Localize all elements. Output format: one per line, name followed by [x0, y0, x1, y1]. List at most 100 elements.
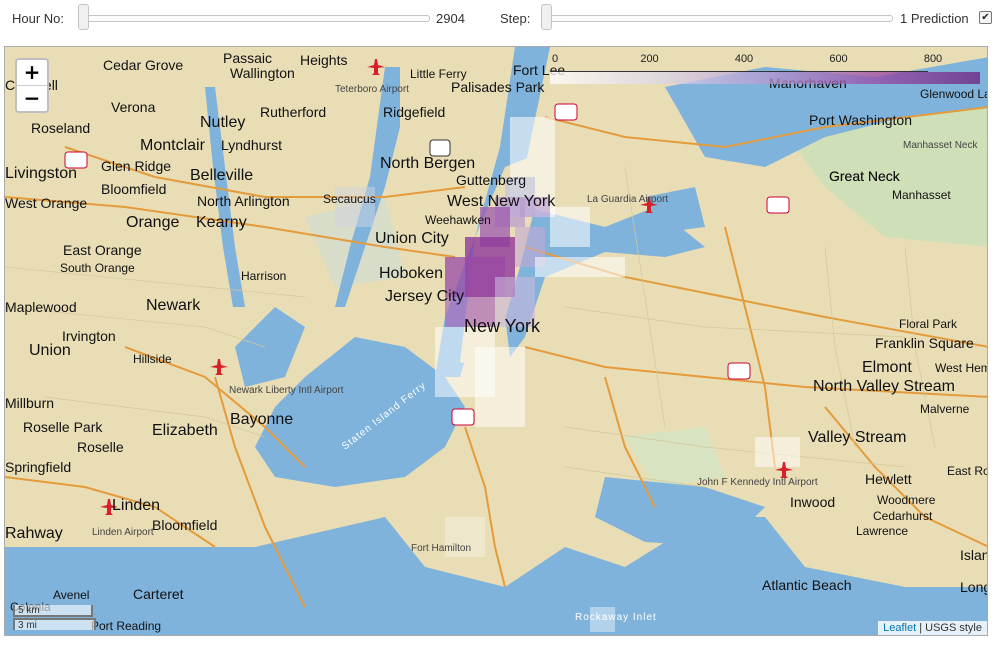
place-label: Livingston	[5, 165, 77, 182]
place-label: Port Reading	[91, 619, 161, 633]
attribution-text: | USGS style	[919, 622, 982, 634]
place-label: Valley Stream	[808, 429, 906, 446]
place-label: John F Kennedy Intl Airport	[697, 477, 818, 488]
place-label: Belleville	[190, 167, 253, 184]
place-label: Montclair	[140, 137, 206, 154]
place-label: Weehawken	[425, 213, 491, 227]
leaflet-link[interactable]: Leaflet	[883, 622, 916, 634]
place-label: Rockaway Inlet	[575, 612, 657, 623]
place-label: Carteret	[133, 586, 184, 602]
prediction-label: 1 Prediction	[900, 11, 969, 26]
legend-color-bar	[550, 72, 980, 84]
legend-tick: 200	[640, 53, 659, 65]
place-label: Verona	[111, 99, 156, 115]
place-label: Cedar Grove	[103, 57, 183, 73]
hour-slider[interactable]	[78, 4, 430, 32]
place-label: Inwood	[790, 494, 835, 510]
place-label: Millburn	[5, 395, 54, 411]
step-slider-track[interactable]	[541, 15, 893, 22]
place-label: Harrison	[241, 269, 286, 283]
place-label: Orange	[126, 214, 179, 231]
place-label: Maplewood	[5, 299, 77, 315]
shield-9-icon	[429, 139, 451, 157]
place-label: Passaic	[223, 50, 272, 66]
place-label: North Arlington	[197, 193, 290, 209]
place-label: New York	[464, 316, 541, 336]
place-label: Avenel	[53, 588, 89, 602]
legend-tick: 0	[551, 53, 559, 65]
prediction-checkbox[interactable]: ✔	[979, 11, 992, 24]
place-label: Union	[29, 342, 71, 359]
zoom-out-button[interactable]: −	[17, 85, 47, 111]
place-label: Island Park	[960, 547, 988, 563]
place-label: Kearny	[196, 214, 247, 231]
place-label: Woodmere	[877, 493, 936, 507]
place-label: Atlantic Beach	[762, 577, 852, 593]
legend-tick: 400	[734, 53, 754, 65]
place-label: West New York	[447, 193, 556, 210]
place-label: Franklin Square	[875, 335, 974, 351]
place-label: Great Neck	[829, 168, 901, 184]
hour-slider-track[interactable]	[78, 15, 430, 22]
place-label: Manhasset	[892, 188, 951, 202]
shield-295-icon	[766, 196, 790, 214]
place-label: Lyndhurst	[221, 137, 282, 153]
place-label: Ridgefield	[383, 104, 445, 120]
place-label: Hoboken	[379, 265, 443, 282]
scale-mi: 3 mi	[13, 618, 96, 631]
map[interactable]: Cedar Grove Passaic Wallington Heights Teter…	[4, 46, 988, 636]
place-label: Fort Hamilton	[411, 543, 471, 554]
place-label: Union City	[375, 230, 449, 247]
place-label: Roselle	[77, 439, 124, 455]
scale-km: 5 km	[13, 605, 93, 617]
place-label: Roseland	[31, 120, 90, 136]
place-label: North Bergen	[380, 155, 475, 172]
place-label: Linden	[112, 497, 160, 514]
step-label: Step:	[500, 11, 531, 26]
place-label: Cedarhurst	[873, 509, 933, 523]
hour-slider-thumb[interactable]	[78, 4, 89, 30]
hour-value: 2904	[436, 11, 465, 26]
place-label: Glen Ridge	[101, 158, 171, 174]
place-label: North Valley Stream	[813, 378, 955, 395]
place-label: Roselle Park	[23, 419, 103, 435]
place-label: Palisades Park	[451, 79, 545, 95]
place-label: West Orange	[5, 195, 87, 211]
controls-bar: Hour No: 2904 Step: 1 Prediction ✔	[0, 0, 998, 40]
place-label: Newark	[146, 297, 201, 314]
place-label: Jersey City	[385, 288, 464, 305]
place-label: Lawrence	[856, 524, 908, 538]
step-slider-thumb[interactable]	[541, 4, 552, 30]
place-label: Malverne	[920, 402, 970, 416]
heat-legend: 0 200 400 600 800	[550, 53, 980, 89]
zoom-control: + −	[15, 58, 49, 113]
place-label: Newark Liberty Intl Airport	[229, 385, 344, 396]
place-label: Bloomfield	[101, 181, 166, 197]
zoom-in-button[interactable]: +	[17, 60, 47, 85]
place-label: Glenwood Landing	[920, 87, 988, 101]
step-slider[interactable]	[541, 4, 893, 32]
place-label: Bayonne	[230, 411, 293, 428]
place-label: Long Beach	[960, 579, 988, 595]
place-label: Rutherford	[260, 104, 326, 120]
place-label: Springfield	[5, 459, 71, 475]
place-label: East Orange	[63, 242, 142, 258]
place-label: Secaucus	[323, 192, 376, 206]
place-label: Elmont	[862, 359, 912, 376]
place-label: La Guardia Airport	[587, 194, 668, 205]
map-canvas[interactable]: Cedar Grove PassaicWallington Heights Teter…	[5, 47, 988, 636]
place-label: Hewlett	[865, 471, 912, 487]
place-label: Nutley	[200, 114, 245, 131]
place-label: Wallington	[230, 65, 295, 81]
legend-tick: 600	[829, 53, 848, 65]
place-label: Guttenberg	[456, 172, 526, 188]
place-label: South Orange	[60, 261, 135, 275]
place-label: Linden Airport	[92, 527, 154, 538]
attribution: Leaflet | USGS style	[878, 621, 987, 635]
place-label: West Hempstead	[935, 361, 988, 375]
place-label: Bloomfield	[152, 517, 217, 533]
place-label: Manhasset Neck	[903, 140, 978, 151]
shield-678-icon	[727, 362, 751, 380]
place-label: Elizabeth	[152, 422, 218, 439]
hour-label: Hour No:	[12, 11, 65, 26]
